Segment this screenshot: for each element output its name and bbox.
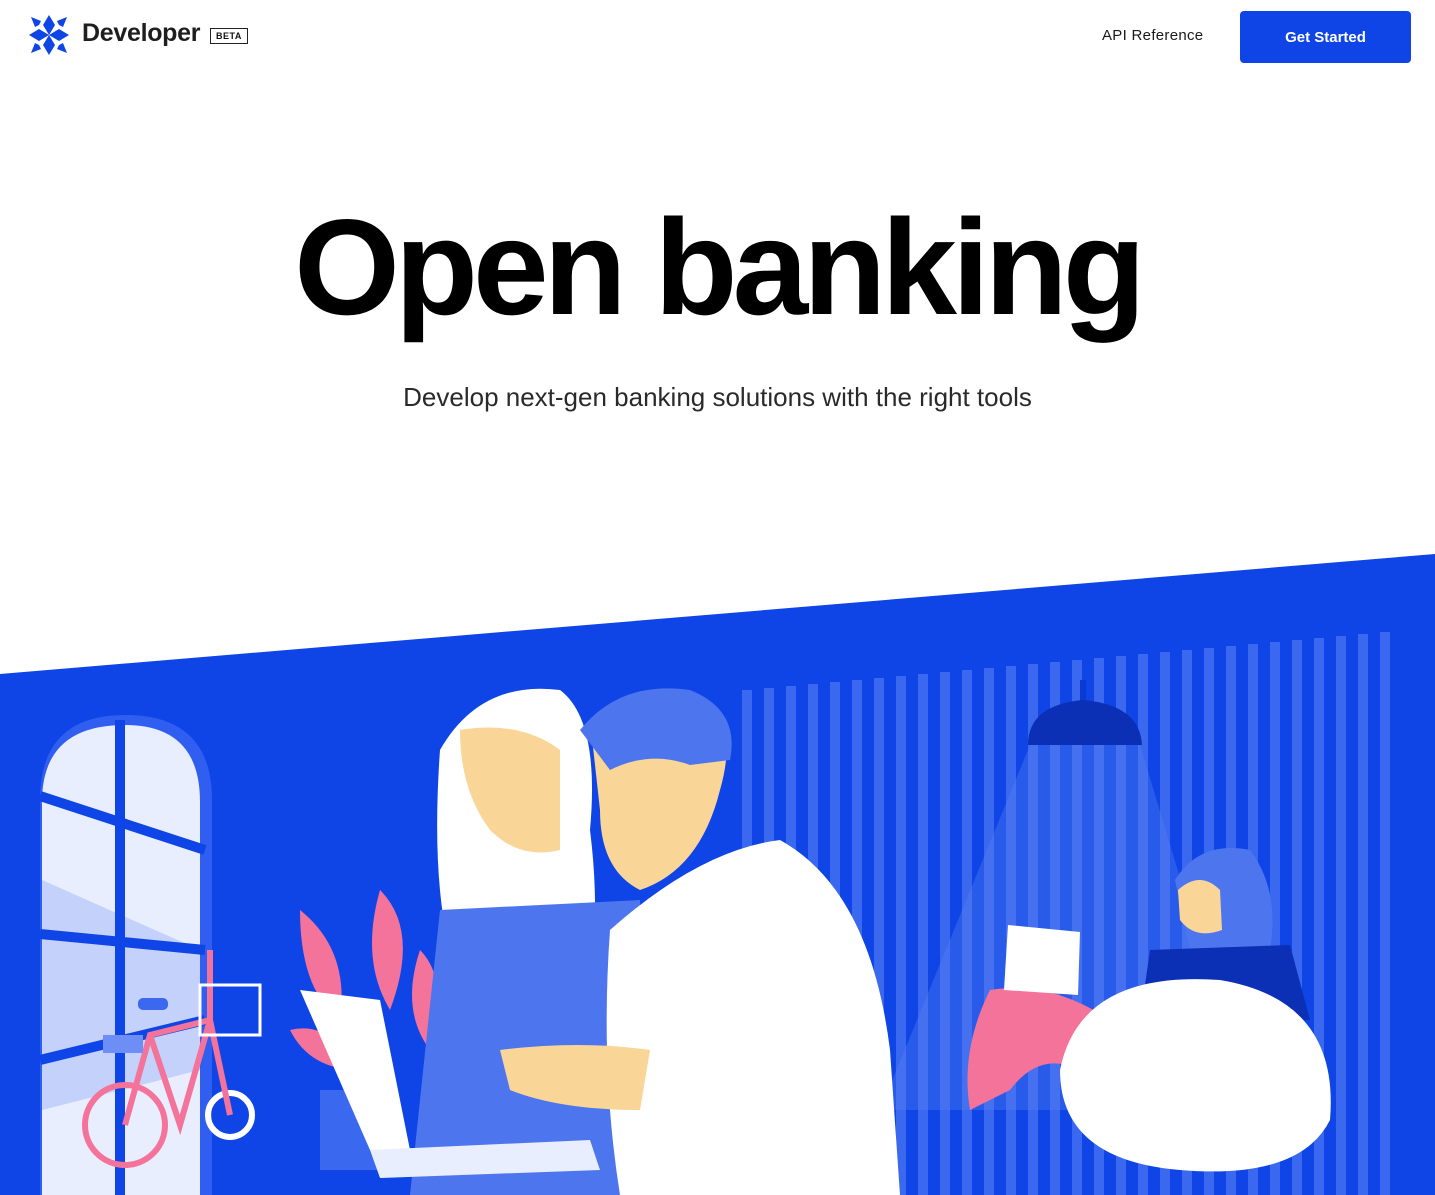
bike-battery [103,1035,143,1053]
get-started-button[interactable]: Get Started [1240,11,1411,63]
hero-title: Open banking [294,191,1146,343]
hero-illustration [0,554,1435,1195]
hero-subtitle: Develop next-gen banking solutions with … [403,382,1032,412]
bike-seat [138,998,168,1010]
site-header: Developer BETA API Reference Get Started [0,0,1435,74]
beta-badge: BETA [210,28,248,44]
bean-bag [1060,979,1331,1172]
api-reference-link[interactable]: API Reference [1102,27,1203,44]
star-grid-logo-icon[interactable] [27,13,71,57]
brand-name[interactable]: Developer [82,19,200,48]
